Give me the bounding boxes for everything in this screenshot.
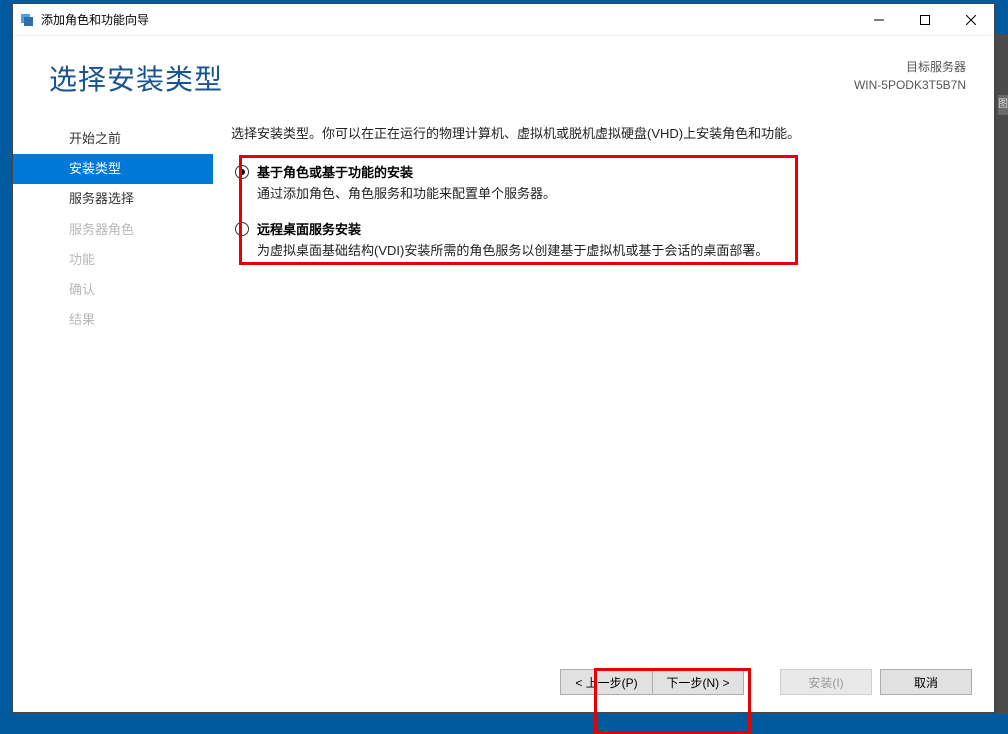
- option-desc: 通过添加角色、角色服务和功能来配置单个服务器。: [257, 184, 966, 205]
- page-title: 选择安装类型: [49, 58, 854, 98]
- window-title: 添加角色和功能向导: [41, 11, 856, 28]
- minimize-button[interactable]: [856, 4, 902, 35]
- sidebar-item-server-roles: 服务器角色: [13, 215, 213, 245]
- sidebar: 开始之前 安装类型 服务器选择 服务器角色 功能 确认 结果: [13, 116, 213, 652]
- window-controls: [856, 4, 994, 35]
- footer: < 上一步(P) 下一步(N) > 安装(I) 取消: [13, 652, 994, 712]
- radio-icon: [235, 222, 249, 236]
- option-desc: 为虚拟桌面基础结构(VDI)安装所需的角色服务以创建基于虚拟机或基于会话的桌面部…: [257, 241, 966, 262]
- sidebar-item-confirm: 确认: [13, 275, 213, 305]
- close-button[interactable]: [948, 4, 994, 35]
- option-text: 远程桌面服务安装 为虚拟桌面基础结构(VDI)安装所需的角色服务以创建基于虚拟机…: [257, 220, 966, 262]
- sidebar-item-before-begin[interactable]: 开始之前: [13, 124, 213, 154]
- option-remote-desktop[interactable]: 远程桌面服务安装 为虚拟桌面基础结构(VDI)安装所需的角色服务以创建基于虚拟机…: [231, 220, 966, 262]
- app-icon: [19, 12, 35, 28]
- header-row: 选择安装类型 目标服务器 WIN-5PODK3T5B7N: [13, 36, 994, 98]
- sidebar-item-install-type[interactable]: 安装类型: [13, 154, 213, 184]
- cancel-button[interactable]: 取消: [880, 669, 972, 695]
- option-title: 远程桌面服务安装: [257, 220, 966, 241]
- background-edge: [996, 34, 1008, 714]
- sidebar-item-results: 结果: [13, 305, 213, 335]
- radio-role-based[interactable]: [235, 165, 249, 186]
- body-row: 开始之前 安装类型 服务器选择 服务器角色 功能 确认 结果 选择安装类型。你可…: [13, 116, 994, 652]
- maximize-button[interactable]: [902, 4, 948, 35]
- sidebar-item-features: 功能: [13, 245, 213, 275]
- option-role-based[interactable]: 基于角色或基于功能的安装 通过添加角色、角色服务和功能来配置单个服务器。: [231, 163, 966, 205]
- next-button[interactable]: 下一步(N) >: [652, 669, 744, 695]
- option-title: 基于角色或基于功能的安装: [257, 163, 966, 184]
- previous-button[interactable]: < 上一步(P): [560, 669, 652, 695]
- sidebar-item-server-selection[interactable]: 服务器选择: [13, 184, 213, 214]
- target-server-name: WIN-5PODK3T5B7N: [854, 76, 966, 94]
- nav-button-pair: < 上一步(P) 下一步(N) >: [560, 669, 744, 695]
- wizard-window: 添加角色和功能向导 选择安装类型 目标服务器 WIN-5PODK3T5B7N 开…: [12, 3, 995, 713]
- titlebar: 添加角色和功能向导: [13, 4, 994, 36]
- background-edge-label: 图: [998, 95, 1008, 115]
- target-info: 目标服务器 WIN-5PODK3T5B7N: [854, 58, 974, 94]
- radio-remote-desktop[interactable]: [235, 222, 249, 243]
- content-area: 选择安装类型 目标服务器 WIN-5PODK3T5B7N 开始之前 安装类型 服…: [13, 36, 994, 712]
- main-panel: 选择安装类型。你可以在正在运行的物理计算机、虚拟机或脱机虚拟硬盘(VHD)上安装…: [213, 116, 994, 652]
- radio-icon: [235, 165, 249, 179]
- install-button: 安装(I): [780, 669, 872, 695]
- intro-text: 选择安装类型。你可以在正在运行的物理计算机、虚拟机或脱机虚拟硬盘(VHD)上安装…: [231, 124, 966, 145]
- target-label: 目标服务器: [854, 58, 966, 76]
- option-text: 基于角色或基于功能的安装 通过添加角色、角色服务和功能来配置单个服务器。: [257, 163, 966, 205]
